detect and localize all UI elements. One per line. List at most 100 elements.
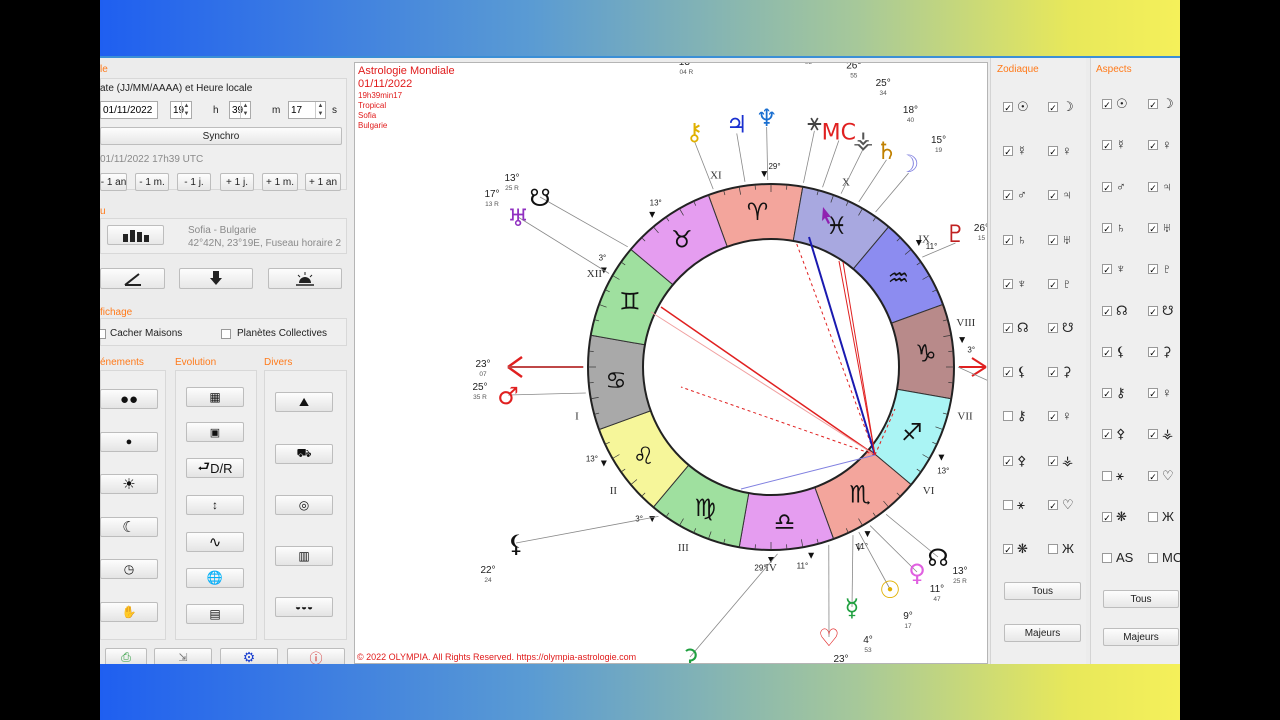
- cacher-maisons-checkbox[interactable]: [100, 329, 106, 339]
- step-plus-year-button[interactable]: + 1 an: [305, 173, 341, 191]
- print-button[interactable]: ⎙: [105, 648, 147, 664]
- help-button[interactable]: ⓘ: [287, 648, 345, 664]
- triple-sunrise-button[interactable]: ◒◒◒: [275, 597, 333, 617]
- planetes-collectives-checkbox[interactable]: [221, 329, 231, 339]
- sun-button[interactable]: ☀: [100, 474, 158, 494]
- aspects-checkbox-9-1[interactable]: ✓: [1148, 470, 1158, 482]
- aspects-checkbox-9-0[interactable]: [1102, 470, 1112, 481]
- second-spinner[interactable]: ▲ ▼: [315, 102, 325, 118]
- aspects-tous-button[interactable]: Tous: [1103, 590, 1179, 608]
- aspects-checkbox-0-0[interactable]: ✓: [1102, 99, 1112, 110]
- aspects-checkbox-2-1[interactable]: ✓: [1148, 181, 1158, 193]
- zodiaque-checkbox-4-0[interactable]: ✓: [1003, 278, 1013, 290]
- zodiaque-checkbox-9-0[interactable]: [1003, 499, 1013, 510]
- aspects-glyph-5-1: ☋: [1162, 302, 1174, 318]
- synchro-button[interactable]: Synchro: [100, 127, 342, 145]
- zodiaque-checkbox-2-0[interactable]: ✓: [1003, 190, 1013, 201]
- zodiaque-checkbox-2-1[interactable]: ✓: [1048, 190, 1058, 201]
- aspects-glyph-9-0: ⚹: [1116, 467, 1124, 483]
- zodiaque-checkbox-6-1[interactable]: ✓: [1048, 367, 1058, 378]
- zodiaque-checkbox-5-1[interactable]: ✓: [1048, 323, 1058, 334]
- direct-retrograde-button[interactable]: ⮐ D/R: [186, 458, 244, 478]
- clipboard-button[interactable]: ▥: [275, 546, 333, 566]
- wave-button[interactable]: ∿: [186, 532, 244, 552]
- clock-button[interactable]: ◷: [100, 559, 158, 579]
- map-button[interactable]: ⛰: [275, 392, 333, 412]
- aspects-checkbox-5-1[interactable]: ✓: [1148, 305, 1158, 317]
- eclipse-button[interactable]: ●●: [100, 389, 158, 409]
- moon-button[interactable]: ☾: [100, 517, 158, 537]
- aspects-checkbox-11-0[interactable]: [1102, 553, 1112, 564]
- zodiaque-checkbox-0-1[interactable]: ✓: [1048, 102, 1058, 113]
- sunrise-button[interactable]: [268, 268, 342, 289]
- hour-spinner[interactable]: ▲ ▼: [181, 102, 191, 118]
- globe-button[interactable]: 🌐: [186, 568, 244, 588]
- zodiaque-checkbox-0-0[interactable]: ✓: [1003, 102, 1013, 113]
- aspects-checkbox-0-1[interactable]: ✓: [1148, 99, 1158, 110]
- step-minus-year-button[interactable]: - 1 an: [100, 173, 127, 191]
- angle-button[interactable]: [100, 268, 165, 289]
- step-minus-day-button[interactable]: - 1 j.: [177, 173, 211, 191]
- aspects-checkbox-6-1[interactable]: ✓: [1148, 346, 1158, 358]
- hour-input[interactable]: 19 ▲ ▼: [170, 101, 192, 119]
- zodiaque-checkbox-7-0[interactable]: [1003, 411, 1013, 422]
- zodiaque-checkbox-3-1[interactable]: ✓: [1048, 234, 1058, 246]
- vertical-arrow-button[interactable]: ↕: [186, 495, 244, 515]
- aspects-checkbox-5-0[interactable]: ✓: [1102, 305, 1112, 317]
- cart-button[interactable]: ⛟: [275, 444, 333, 464]
- zodiaque-tous-button[interactable]: Tous: [1004, 582, 1081, 600]
- hands-button[interactable]: ✋: [100, 602, 158, 622]
- zodiaque-checkbox-8-0[interactable]: ✓: [1003, 455, 1013, 467]
- calendar-31-button[interactable]: ▣: [186, 422, 244, 442]
- zodiaque-glyph-8-1: ⚶: [1062, 452, 1074, 468]
- download-icon: [210, 270, 222, 285]
- zodiaque-glyph-4-1: ♇: [1062, 275, 1072, 291]
- zodiaque-checkbox-9-1[interactable]: ✓: [1048, 499, 1058, 511]
- zodiaque-checkbox-10-0[interactable]: ✓: [1003, 544, 1013, 555]
- zodiaque-checkbox-10-1[interactable]: [1048, 544, 1058, 554]
- aspects-checkbox-8-0[interactable]: ✓: [1102, 429, 1112, 440]
- house-numeral: I: [575, 410, 579, 422]
- aspects-checkbox-2-0[interactable]: ✓: [1102, 181, 1112, 193]
- aspects-checkbox-3-0[interactable]: ✓: [1102, 222, 1112, 234]
- aspects-checkbox-6-0[interactable]: ✓: [1102, 346, 1112, 358]
- film-button[interactable]: ▤: [186, 604, 244, 624]
- aspects-checkbox-1-1[interactable]: ✓: [1148, 140, 1158, 151]
- person-wheel-button[interactable]: ◎: [275, 495, 333, 515]
- download-button[interactable]: [179, 268, 253, 289]
- step-plus-month-button[interactable]: + 1 m.: [262, 173, 298, 191]
- zodiaque-checkbox-5-0[interactable]: ✓: [1003, 323, 1013, 334]
- aspects-checkbox-11-1[interactable]: [1148, 553, 1158, 564]
- aspects-checkbox-10-0[interactable]: ✓: [1102, 512, 1112, 523]
- aspects-majeurs-button[interactable]: Majeurs: [1103, 628, 1179, 646]
- zodiaque-checkbox-1-0[interactable]: ✓: [1003, 146, 1013, 157]
- step-plus-day-button[interactable]: + 1 j.: [220, 173, 254, 191]
- city-building-button[interactable]: [107, 225, 164, 245]
- aspects-checkbox-4-0[interactable]: ✓: [1102, 264, 1112, 275]
- lunation-button[interactable]: ●: [100, 432, 158, 452]
- settings-button[interactable]: ⚙: [220, 648, 278, 664]
- second-input[interactable]: 17 ▲ ▼: [288, 101, 326, 119]
- aspects-checkbox-7-0[interactable]: ✓: [1102, 388, 1112, 399]
- date-input[interactable]: 01/11/2022: [100, 101, 158, 119]
- aspects-checkbox-4-1[interactable]: ✓: [1148, 264, 1158, 275]
- aspects-checkbox-10-1[interactable]: [1148, 512, 1158, 522]
- aspects-checkbox-1-0[interactable]: ✓: [1102, 140, 1112, 151]
- zodiaque-majeurs-button[interactable]: Majeurs: [1004, 624, 1081, 642]
- sign-glyph-aquarius: ♒: [888, 264, 910, 292]
- minute-spinner[interactable]: ▲ ▼: [240, 102, 250, 118]
- aspects-checkbox-7-1[interactable]: ✓: [1148, 388, 1158, 399]
- minute-input[interactable]: 39 ▲ ▼: [229, 101, 251, 119]
- export-button[interactable]: ⇲: [154, 648, 212, 664]
- zodiaque-checkbox-1-1[interactable]: ✓: [1048, 146, 1058, 157]
- aspects-checkbox-8-1[interactable]: ✓: [1148, 429, 1158, 440]
- zodiaque-checkbox-7-1[interactable]: ✓: [1048, 411, 1058, 422]
- zodiaque-checkbox-8-1[interactable]: ✓: [1048, 455, 1058, 467]
- step-minus-month-button[interactable]: - 1 m.: [135, 173, 169, 191]
- zodiaque-checkbox-6-0[interactable]: ✓: [1003, 367, 1013, 378]
- aspects-checkbox-3-1[interactable]: ✓: [1148, 222, 1158, 234]
- calendar-grid-button[interactable]: ▦: [186, 387, 244, 407]
- planet-pointer-line: [736, 133, 746, 182]
- zodiaque-checkbox-4-1[interactable]: ✓: [1048, 278, 1058, 290]
- zodiaque-checkbox-3-0[interactable]: ✓: [1003, 234, 1013, 246]
